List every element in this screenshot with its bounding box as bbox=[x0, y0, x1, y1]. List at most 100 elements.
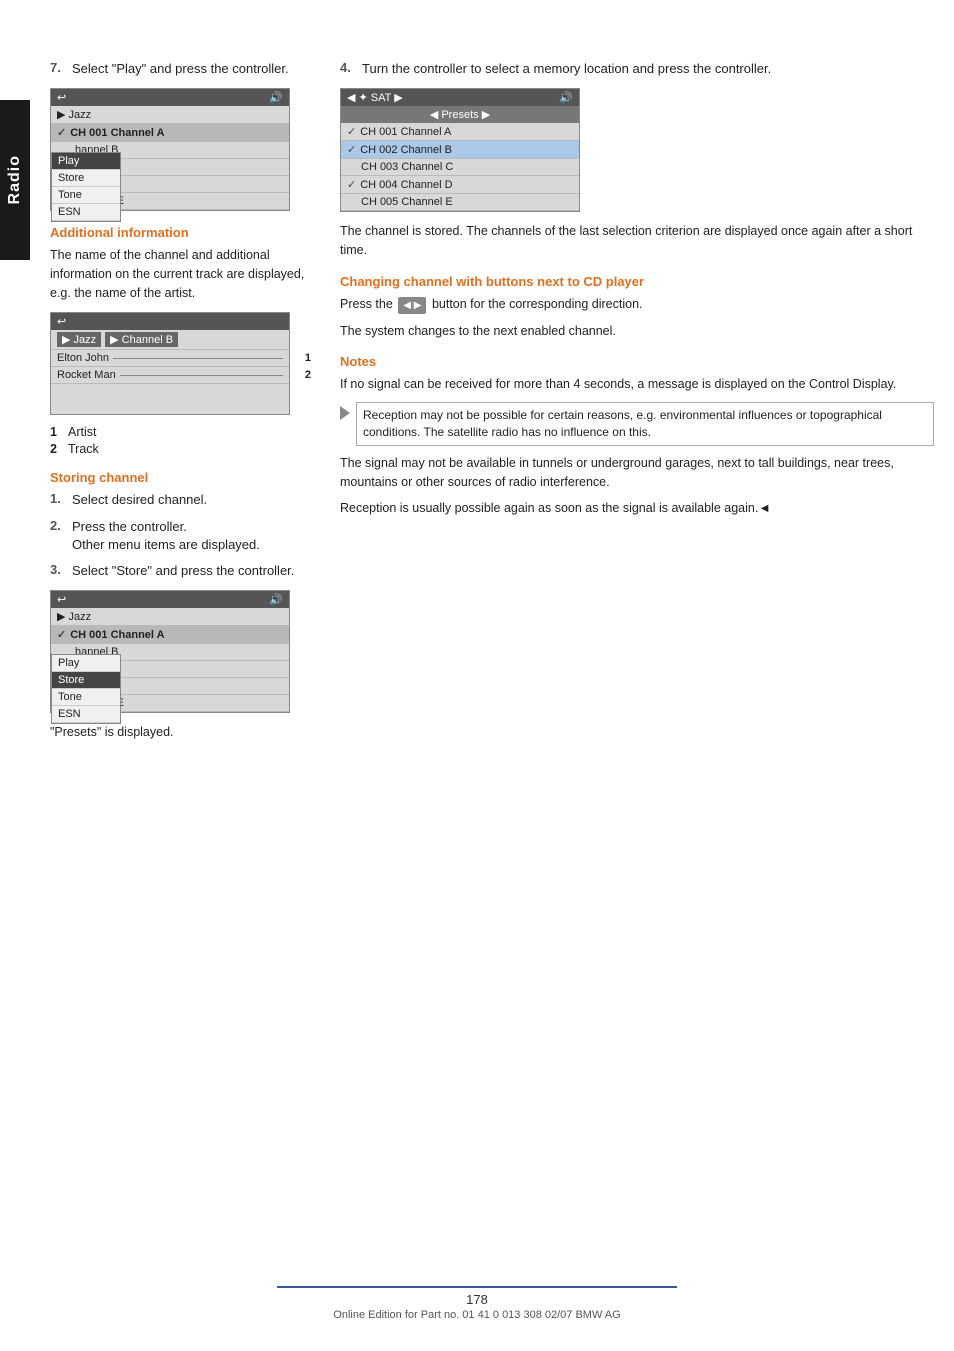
screen-4-ch004[interactable]: ✓CH 004 Channel D bbox=[341, 176, 579, 194]
screen-1-header: ↩ 🔊 bbox=[51, 89, 289, 106]
screen-2-back-icon[interactable]: ↩ bbox=[57, 315, 66, 328]
screen-3-jazz-tab[interactable]: ▶ Jazz bbox=[57, 610, 91, 623]
screen3-menu-store[interactable]: Store bbox=[52, 672, 120, 689]
screen-2: ↩ ▶ Jazz ▶ Channel B Elton John 1 Rocket… bbox=[50, 312, 290, 415]
screen-1-tab-row: ▶ Jazz bbox=[51, 106, 289, 124]
step-7-text: Select "Play" and press the controller. bbox=[72, 60, 289, 78]
screen-2-jazz-tab[interactable]: ▶ Jazz bbox=[57, 332, 101, 347]
artist-name: Elton John bbox=[57, 352, 109, 364]
footer-line bbox=[277, 1286, 677, 1288]
side-tab: Radio bbox=[0, 100, 30, 260]
presets-note: "Presets" is displayed. bbox=[50, 723, 310, 742]
screen-3-header: ↩ 🔊 bbox=[51, 591, 289, 608]
store-step-2-sub: Other menu items are displayed. bbox=[72, 536, 260, 554]
menu-item-esn[interactable]: ESN bbox=[52, 204, 120, 221]
track-name: Rocket Man bbox=[57, 369, 116, 381]
menu-item-play[interactable]: Play bbox=[52, 153, 120, 170]
screen-2-tab-row: ▶ Jazz ▶ Channel B bbox=[51, 330, 289, 350]
store-step-3-text: Select "Store" and press the controller. bbox=[72, 562, 294, 580]
step-7: 7. Select "Play" and press the controlle… bbox=[50, 60, 310, 78]
note-3: The signal may not be available in tunne… bbox=[340, 454, 934, 492]
line-marker-1: 1 bbox=[305, 352, 311, 364]
screen-2-spacer bbox=[51, 384, 289, 414]
note-2-icon-area bbox=[340, 404, 350, 420]
screen-4-audio-icon: 🔊 bbox=[559, 91, 573, 104]
screen-1-back-icon[interactable]: ↩ bbox=[57, 91, 66, 104]
label-2: 2 Track bbox=[50, 442, 310, 456]
screen-3-audio-icon: 🔊 bbox=[269, 593, 283, 606]
triangle-icon bbox=[340, 406, 350, 420]
screen-1-body: ▶ Jazz ✓CH 001 Channel A hannel B hannel… bbox=[51, 106, 289, 210]
menu-item-tone[interactable]: Tone bbox=[52, 187, 120, 204]
screen-4: ◀ ✦ SAT ▶ 🔊 ◀ Presets ▶ ✓CH 001 Channel … bbox=[340, 88, 580, 212]
screen-4-ch002[interactable]: ✓CH 002 Channel B bbox=[341, 141, 579, 159]
note-4: Reception is usually possible again as s… bbox=[340, 499, 934, 518]
press-text-2: button for the corresponding direction. bbox=[432, 297, 643, 311]
store-step-2: 2. Press the controller. Other menu item… bbox=[50, 518, 310, 554]
context-menu-2: Play Store Tone ESN bbox=[51, 654, 121, 724]
screen-3: ↩ 🔊 ▶ Jazz ✓CH 001 Channel A hannel B bbox=[50, 590, 290, 713]
step-4: 4. Turn the controller to select a memor… bbox=[340, 60, 934, 78]
right-column: 4. Turn the controller to select a memor… bbox=[330, 60, 934, 750]
storing-channel-heading: Storing channel bbox=[50, 470, 310, 485]
screen-4-ch005[interactable]: CH 005 Channel E bbox=[341, 194, 579, 211]
note-1: If no signal can be received for more th… bbox=[340, 375, 934, 394]
label-list: 1 Artist 2 Track bbox=[50, 425, 310, 456]
additional-info-heading: Additional information bbox=[50, 225, 310, 240]
store-step-1: 1. Select desired channel. bbox=[50, 491, 310, 509]
direction-button[interactable]: ◀ ▶ bbox=[398, 297, 426, 314]
screen3-menu-play[interactable]: Play bbox=[52, 655, 120, 672]
notes-heading: Notes bbox=[340, 354, 934, 369]
screen3-menu-tone[interactable]: Tone bbox=[52, 689, 120, 706]
menu-item-store[interactable]: Store bbox=[52, 170, 120, 187]
screen-2-body: ▶ Jazz ▶ Channel B Elton John 1 Rocket M… bbox=[51, 330, 289, 414]
step-7-num: 7. bbox=[50, 60, 68, 75]
label-2-num: 2 bbox=[50, 442, 68, 456]
step-4-text: Turn the controller to select a memory l… bbox=[362, 60, 771, 78]
screen-4-ch003[interactable]: CH 003 Channel C bbox=[341, 159, 579, 176]
screen-2-channel-tab[interactable]: ▶ Channel B bbox=[105, 332, 178, 347]
screen-4-sat-label: ◀ ✦ SAT ▶ bbox=[347, 91, 403, 104]
screen-row-ch001[interactable]: ✓CH 001 Channel A bbox=[51, 124, 289, 142]
screen-1-audio-icon: 🔊 bbox=[269, 91, 283, 104]
left-column: 7. Select "Play" and press the controlle… bbox=[50, 60, 310, 750]
label-2-text: Track bbox=[68, 442, 99, 456]
note-2-box: Reception may not be possible for certai… bbox=[340, 402, 934, 446]
line-marker-2: 2 bbox=[305, 369, 311, 381]
label-1-num: 1 bbox=[50, 425, 68, 439]
store-step-3: 3. Select "Store" and press the controll… bbox=[50, 562, 310, 580]
context-menu-1: Play Store Tone ESN bbox=[51, 152, 121, 222]
screen-3-back-icon[interactable]: ↩ bbox=[57, 593, 66, 606]
label-1: 1 Artist bbox=[50, 425, 310, 439]
screen-4-body: ✓CH 001 Channel A ✓CH 002 Channel B CH 0… bbox=[341, 123, 579, 211]
screen-2-header: ↩ bbox=[51, 313, 289, 330]
changing-channel-body: The system changes to the next enabled c… bbox=[340, 322, 934, 341]
step-4-num: 4. bbox=[340, 60, 358, 75]
changing-channel-heading: Changing channel with buttons next to CD… bbox=[340, 274, 934, 289]
stored-text: The channel is stored. The channels of t… bbox=[340, 222, 934, 260]
screen-3-rows: ✓CH 001 Channel A hannel B hannel C hann… bbox=[51, 626, 289, 712]
footer-text: Online Edition for Part no. 01 41 0 013 … bbox=[333, 1309, 620, 1321]
screen-1-rows: ✓CH 001 Channel A hannel B hannel C hann… bbox=[51, 124, 289, 210]
footer: 178 Online Edition for Part no. 01 41 0 … bbox=[0, 1286, 954, 1321]
additional-info-body: The name of the channel and additional i… bbox=[50, 246, 310, 302]
screen-3-ch001[interactable]: ✓CH 001 Channel A bbox=[51, 626, 289, 644]
screen-2-track-row: Rocket Man 2 bbox=[51, 367, 289, 384]
screen-2-artist-row: Elton John 1 bbox=[51, 350, 289, 367]
screen-4-header: ◀ ✦ SAT ▶ 🔊 bbox=[341, 89, 579, 106]
screen-4-subheader: ◀ Presets ▶ bbox=[341, 106, 579, 123]
screen-1: ↩ 🔊 ▶ Jazz ✓CH 001 Channel A hannel B bbox=[50, 88, 290, 211]
press-text-1: Press the bbox=[340, 297, 393, 311]
store-step-1-num: 1. bbox=[50, 491, 68, 506]
store-step-1-text: Select desired channel. bbox=[72, 491, 207, 509]
jazz-tab[interactable]: ▶ Jazz bbox=[57, 108, 91, 121]
label-1-text: Artist bbox=[68, 425, 96, 439]
screen-3-tab-row: ▶ Jazz bbox=[51, 608, 289, 626]
changing-channel-press: Press the ◀ ▶ button for the correspondi… bbox=[340, 295, 934, 314]
page-number: 178 bbox=[466, 1292, 488, 1307]
screen3-menu-esn[interactable]: ESN bbox=[52, 706, 120, 723]
screen-4-ch001[interactable]: ✓CH 001 Channel A bbox=[341, 123, 579, 141]
store-step-2-text: Press the controller. bbox=[72, 518, 260, 536]
side-tab-label: Radio bbox=[6, 155, 24, 204]
note-2-text: Reception may not be possible for certai… bbox=[356, 402, 934, 446]
